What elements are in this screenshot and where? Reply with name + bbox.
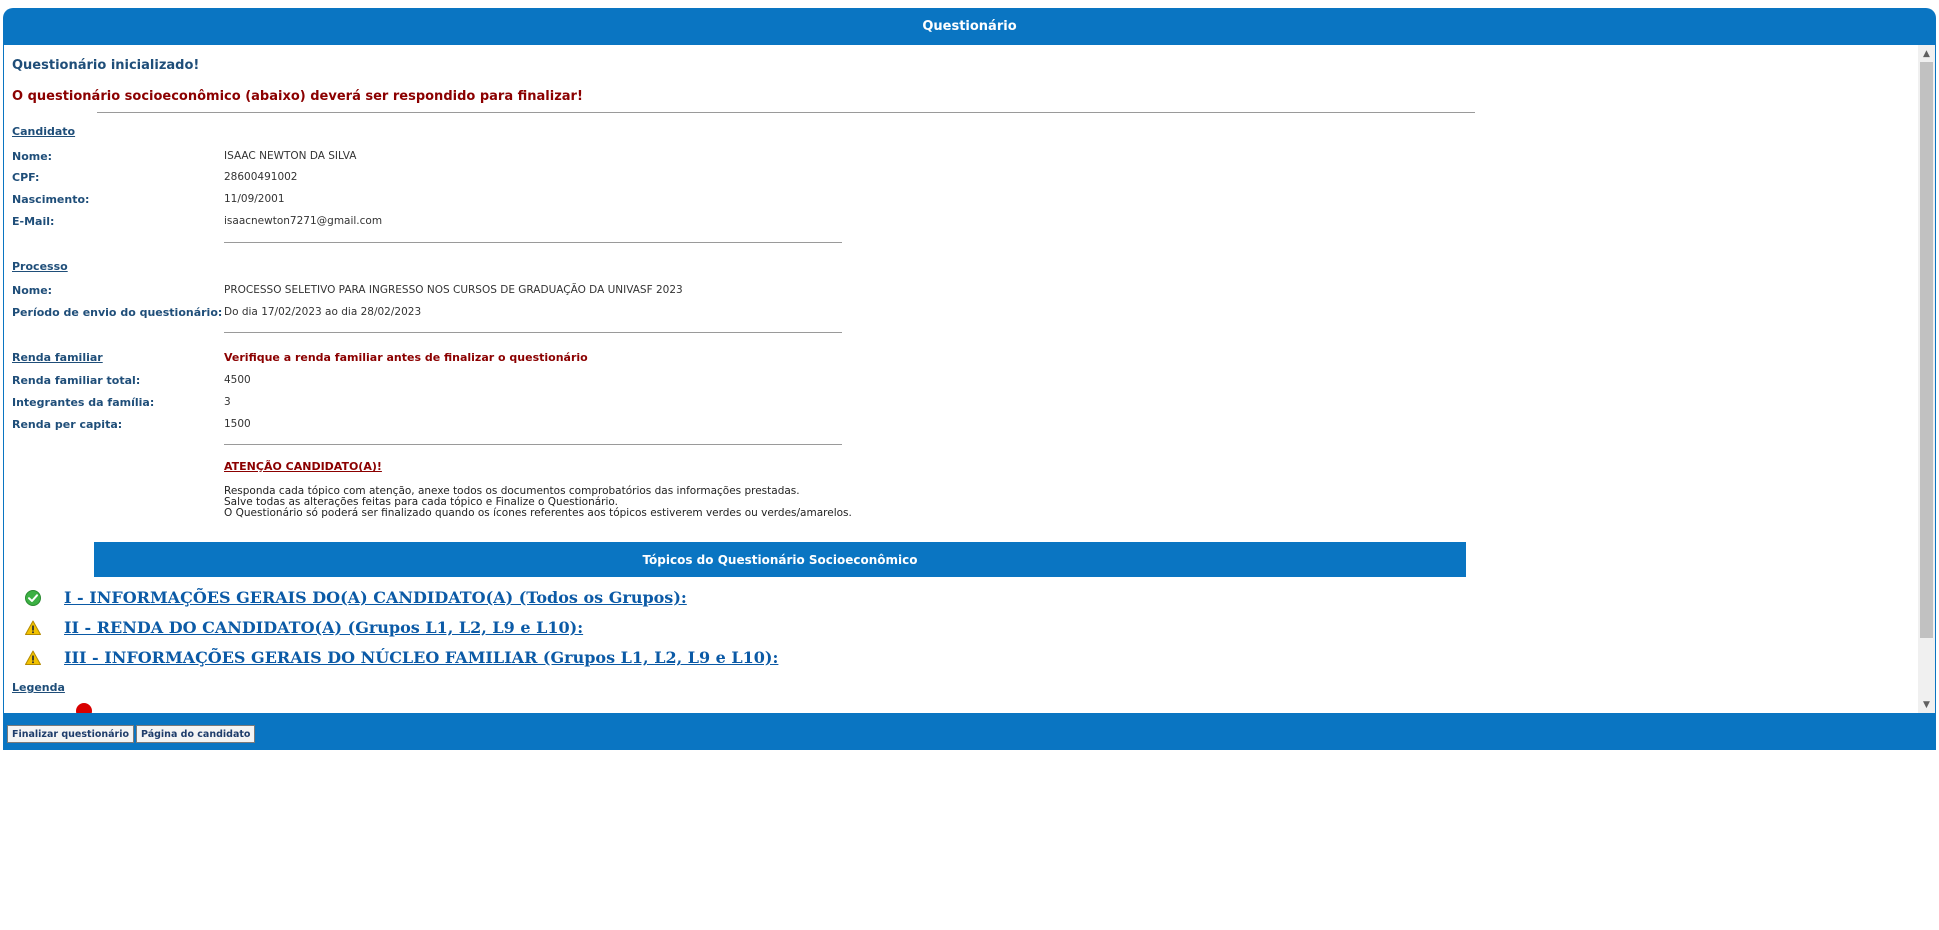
topic-2-link[interactable]: II - RENDA DO CANDIDATO(A) (Grupos L1, L… [64, 618, 583, 637]
topic-1-link[interactable]: I - INFORMAÇÕES GERAIS DO(A) CANDIDATO(A… [64, 588, 687, 607]
income-total-label: Renda familiar total: [12, 374, 141, 387]
window-title-bar: Questionário [3, 8, 1936, 45]
income-section-link[interactable]: Renda familiar [12, 351, 103, 364]
attention-text: Responda cada tópico com atenção, anexe … [224, 486, 852, 519]
initialized-message: Questionário inicializado! [12, 58, 200, 73]
process-name-label: Nome: [12, 284, 53, 297]
candidate-section-link[interactable]: Candidato [12, 125, 75, 138]
topic-item[interactable]: II - RENDA DO CANDIDATO(A) (Grupos L1, L… [24, 618, 583, 637]
topics-header: Tópicos do Questionário Socioeconômico [94, 542, 1466, 577]
candidate-cpf-label: CPF: [12, 171, 40, 184]
warning-icon [25, 620, 41, 635]
finalize-button[interactable]: Finalizar questionário [7, 725, 134, 743]
candidate-name-label: Nome: [12, 150, 53, 163]
process-section-link[interactable]: Processo [12, 260, 68, 273]
legend-link[interactable]: Legenda [12, 681, 65, 694]
topic-item[interactable]: I - INFORMAÇÕES GERAIS DO(A) CANDIDATO(A… [24, 588, 687, 607]
candidate-page-button[interactable]: Página do candidato [136, 725, 256, 743]
income-per-capita-label: Renda per capita: [12, 418, 123, 431]
footer-bar: Finalizar questionário Página do candida… [3, 713, 1936, 750]
scroll-down-icon[interactable]: ▼ [1918, 696, 1935, 713]
window-title: Questionário [922, 19, 1017, 34]
divider [97, 112, 1475, 113]
vertical-scrollbar[interactable]: ▲ ▼ [1918, 45, 1935, 713]
divider [224, 444, 842, 445]
attention-title: ATENÇÃO CANDIDATO(A)! [224, 460, 382, 473]
candidate-birth-value: 11/09/2001 [224, 193, 285, 205]
income-per-capita-value: 1500 [224, 418, 251, 430]
scroll-up-icon[interactable]: ▲ [1918, 45, 1935, 62]
divider [224, 332, 842, 333]
process-period-label: Período de envio do questionário: [12, 306, 223, 319]
family-members-label: Integrantes da família: [12, 396, 155, 409]
check-circle-icon [25, 589, 41, 606]
process-period-value: Do dia 17/02/2023 ao dia 28/02/2023 [224, 306, 422, 318]
must-answer-message: O questionário socioeconômico (abaixo) d… [12, 89, 583, 104]
warning-icon [25, 650, 41, 665]
income-total-value: 4500 [224, 374, 251, 386]
questionnaire-panel[interactable]: Questionário inicializado! O questionári… [3, 45, 1936, 714]
candidate-email-label: E-Mail: [12, 215, 55, 228]
divider [224, 242, 842, 243]
family-members-value: 3 [224, 396, 231, 408]
income-warning: Verifique a renda familiar antes de fina… [224, 351, 588, 364]
process-name-value: PROCESSO SELETIVO PARA INGRESSO NOS CURS… [224, 284, 683, 296]
scroll-thumb[interactable] [1920, 62, 1933, 638]
topic-3-link[interactable]: III - INFORMAÇÕES GERAIS DO NÚCLEO FAMIL… [64, 648, 778, 667]
candidate-name-value: ISAAC NEWTON DA SILVA [224, 150, 357, 162]
candidate-cpf-value: 28600491002 [224, 171, 298, 183]
candidate-email-value: isaacnewton7271@gmail.com [224, 215, 383, 227]
attention-line: O Questionário só poderá ser finalizado … [224, 507, 852, 519]
candidate-birth-label: Nascimento: [12, 193, 90, 206]
topic-item[interactable]: III - INFORMAÇÕES GERAIS DO NÚCLEO FAMIL… [24, 648, 778, 667]
